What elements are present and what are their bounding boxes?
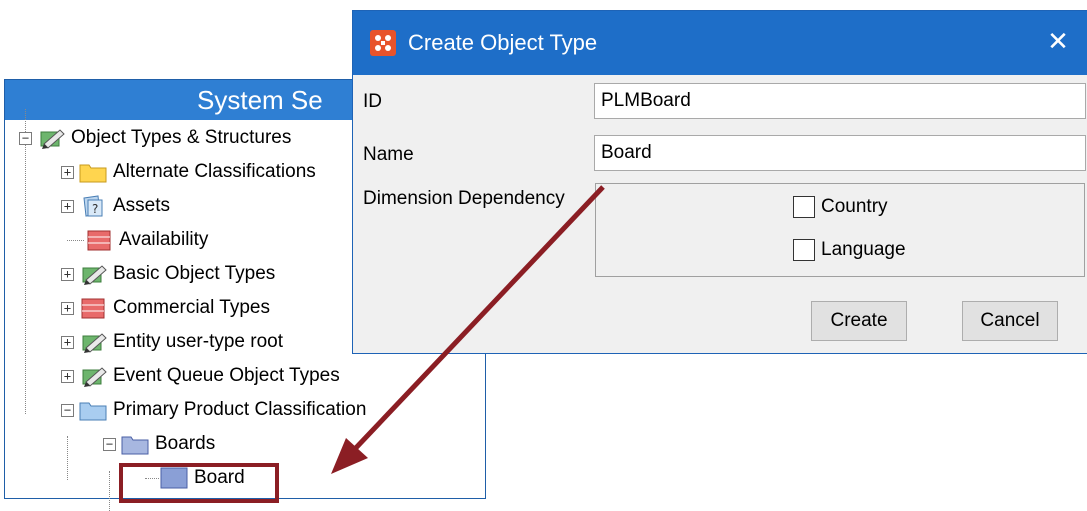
name-field[interactable]: Board: [594, 135, 1086, 171]
panel-title: System Se: [197, 84, 323, 115]
tree-item-label: Alternate Classifications: [113, 161, 316, 182]
object-types-icon: [82, 333, 107, 353]
tree-item-primary-product-classification[interactable]: − Primary Product Classification: [61, 393, 366, 427]
collapse-toggle[interactable]: −: [19, 131, 32, 145]
expand-toggle[interactable]: +: [61, 369, 74, 383]
id-field[interactable]: PLMBoard: [594, 83, 1086, 119]
tree-item-label: Event Queue Object Types: [113, 365, 340, 386]
tree-item-label: Object Types & Structures: [71, 127, 292, 148]
object-types-icon: [82, 265, 107, 285]
tree-item-alternate-classifications[interactable]: + Alternate Classifications: [61, 155, 316, 189]
tree-item-boards[interactable]: − Boards: [103, 427, 215, 461]
tree-item-availability[interactable]: Availability: [67, 223, 208, 257]
tree-item-label: Basic Object Types: [113, 263, 276, 284]
folder-blue-icon: [121, 436, 149, 455]
id-field-value: PLMBoard: [601, 90, 691, 111]
tree-item-label: Availability: [119, 229, 209, 250]
dimension-dependency-label: Dimension Dependency: [363, 188, 565, 209]
tree-item-commercial-types[interactable]: + Commercial Types: [61, 291, 270, 325]
collapse-toggle[interactable]: −: [61, 403, 74, 417]
language-checkbox[interactable]: [793, 239, 815, 261]
table-red-icon: [81, 298, 105, 319]
folder-yellow-icon: [79, 164, 107, 183]
dialog-title: Create Object Type: [408, 30, 598, 55]
app-icon: [370, 30, 396, 56]
create-button[interactable]: Create: [811, 301, 907, 341]
object-types-icon: [40, 129, 65, 149]
folder-blue-icon: [79, 402, 107, 421]
tree-item-basic-object-types[interactable]: + Basic Object Types: [61, 257, 275, 291]
tree-item-object-types[interactable]: − Object Types & Structures: [19, 121, 291, 155]
id-label: ID: [363, 91, 382, 112]
create-object-type-dialog: Create Object Type ✕ ID PLMBoard Name Bo…: [352, 10, 1087, 354]
country-checkbox[interactable]: [793, 196, 815, 218]
country-option[interactable]: Country: [793, 196, 888, 218]
assets-icon: ?: [83, 195, 103, 217]
svg-text:?: ?: [92, 202, 98, 216]
dimension-dependency-box: Country Language: [595, 183, 1085, 277]
close-icon[interactable]: ✕: [1043, 27, 1073, 57]
table-red-icon: [87, 230, 111, 251]
collapse-toggle[interactable]: −: [103, 437, 116, 451]
tree-item-label: Assets: [113, 195, 171, 216]
board-highlight-box: [119, 463, 279, 503]
language-option[interactable]: Language: [793, 239, 906, 261]
cancel-button[interactable]: Cancel: [962, 301, 1058, 341]
language-label: Language: [821, 239, 906, 260]
name-field-value: Board: [601, 142, 652, 163]
name-label: Name: [363, 144, 414, 165]
tree-item-label: Commercial Types: [113, 297, 270, 318]
tree-item-label: Boards: [155, 433, 216, 454]
object-types-icon: [82, 367, 107, 387]
country-label: Country: [821, 196, 888, 217]
tree-item-label: Primary Product Classification: [113, 399, 367, 420]
expand-toggle[interactable]: +: [61, 301, 74, 315]
expand-toggle[interactable]: +: [61, 165, 74, 179]
tree-item-entity-user-type-root[interactable]: + Entity user-type root: [61, 325, 283, 359]
dialog-titlebar[interactable]: Create Object Type ✕: [353, 11, 1087, 75]
expand-toggle[interactable]: +: [61, 199, 74, 213]
tree-item-assets[interactable]: + ? Assets: [61, 189, 170, 223]
tree-item-event-queue-object-types[interactable]: + Event Queue Object Types: [61, 359, 340, 393]
expand-toggle[interactable]: +: [61, 267, 74, 281]
tree-item-label: Entity user-type root: [113, 331, 284, 352]
expand-toggle[interactable]: +: [61, 335, 74, 349]
